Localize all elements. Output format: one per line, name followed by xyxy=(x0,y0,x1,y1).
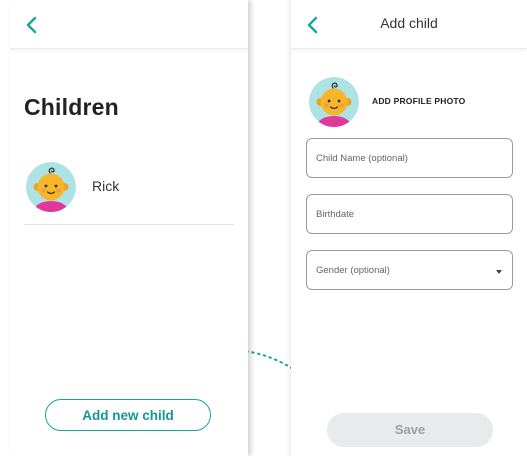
baby-avatar-icon xyxy=(26,162,76,212)
add-profile-photo-label: ADD PROFILE PHOTO xyxy=(372,96,466,106)
birthdate-input[interactable] xyxy=(307,195,512,233)
birthdate-field-container xyxy=(306,194,513,234)
add-profile-photo-button[interactable]: ADD PROFILE PHOTO xyxy=(309,77,489,129)
caret-down-icon xyxy=(496,270,502,274)
add-new-child-button[interactable]: Add new child xyxy=(45,399,211,431)
child-list-item[interactable]: Rick xyxy=(24,160,234,225)
page-title: Add child xyxy=(380,15,438,31)
baby-avatar-icon xyxy=(309,77,359,127)
back-button[interactable] xyxy=(22,14,42,36)
children-screen: Children Rick Add new child xyxy=(10,0,248,456)
child-name-input[interactable] xyxy=(307,139,512,177)
save-button[interactable]: Save xyxy=(327,413,493,447)
chevron-left-icon xyxy=(26,16,37,34)
app-bar: Add child xyxy=(291,0,527,49)
add-child-screen: Add child ADD PROFILE PHOTO Gen xyxy=(291,0,527,456)
page-title: Children xyxy=(24,94,119,120)
child-name-label: Rick xyxy=(92,178,120,194)
gender-select-label: Gender (optional) xyxy=(316,265,390,276)
gender-select[interactable]: Gender (optional) xyxy=(306,250,513,290)
child-name-field-container xyxy=(306,138,513,178)
app-bar xyxy=(10,0,248,49)
